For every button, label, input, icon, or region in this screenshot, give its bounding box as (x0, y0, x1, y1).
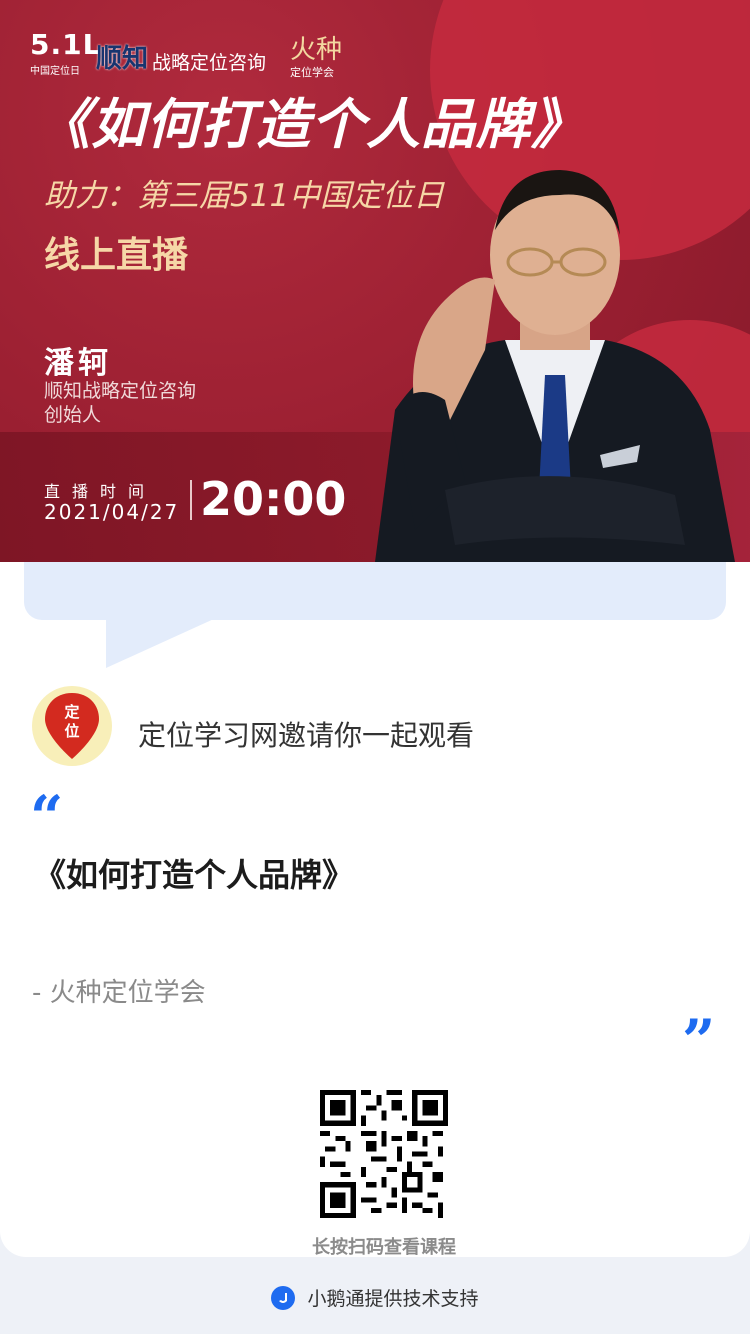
logo-huozhong-sub: 定位学会 (290, 66, 334, 79)
logo-511-sub: 中国定位日 (30, 66, 80, 77)
speaker-photo (375, 170, 735, 562)
share-poster: 5.1L 中国定位日 顺知 战略定位咨询 火种 定位学会 《如何打造个人品牌》 … (0, 0, 750, 1334)
qr-caption: 长按扫码查看课程 (312, 1237, 456, 1258)
speech-bubble-tail (106, 618, 216, 668)
footer-text: 小鹅通提供技术支持 (307, 1288, 479, 1310)
logo-shunzhi-mark: 顺知 (96, 44, 149, 74)
invite-text: 定位学习网邀请你一起观看 (138, 719, 475, 752)
xiaoe-logo-icon (271, 1285, 296, 1310)
svg-text:位: 位 (64, 722, 79, 740)
logo-huozhong-mark: 火种 (290, 35, 343, 65)
qr-code[interactable] (320, 1090, 448, 1218)
logo-shunzhi: 顺知 战略定位咨询 (96, 38, 266, 75)
speaker-org: 顺知战略定位咨询 (44, 380, 197, 402)
live-time: 20:00 (200, 472, 347, 526)
live-date: 2021/04/27 (44, 500, 180, 524)
location-pin-icon: 定 位 (45, 693, 99, 759)
banner-title: 《如何打造个人品牌》 (36, 93, 586, 156)
live-label: 线上直播 (44, 235, 189, 276)
logo-511-mark: 5.1L (30, 28, 102, 61)
footer: 小鹅通提供技术支持 (0, 1284, 750, 1311)
speech-bubble (24, 562, 726, 620)
course-author: - 火种定位学会 (32, 978, 206, 1008)
course-title: 《如何打造个人品牌》 (34, 856, 355, 894)
divider (190, 480, 192, 520)
live-time-label: 直播时间 (44, 482, 157, 501)
speaker-role: 创始人 (44, 404, 102, 426)
svg-text:定: 定 (64, 703, 79, 721)
quote-close-icon: ” (682, 1007, 716, 1075)
logo-shunzhi-sub: 战略定位咨询 (152, 52, 267, 74)
logo-511: 5.1L 中国定位日 (30, 28, 102, 78)
quote-open-icon: “ (30, 783, 64, 851)
course-banner: 5.1L 中国定位日 顺知 战略定位咨询 火种 定位学会 《如何打造个人品牌》 … (0, 0, 750, 562)
logo-huozhong: 火种 定位学会 (290, 36, 342, 80)
inviter-avatar: 定 位 (32, 686, 112, 766)
